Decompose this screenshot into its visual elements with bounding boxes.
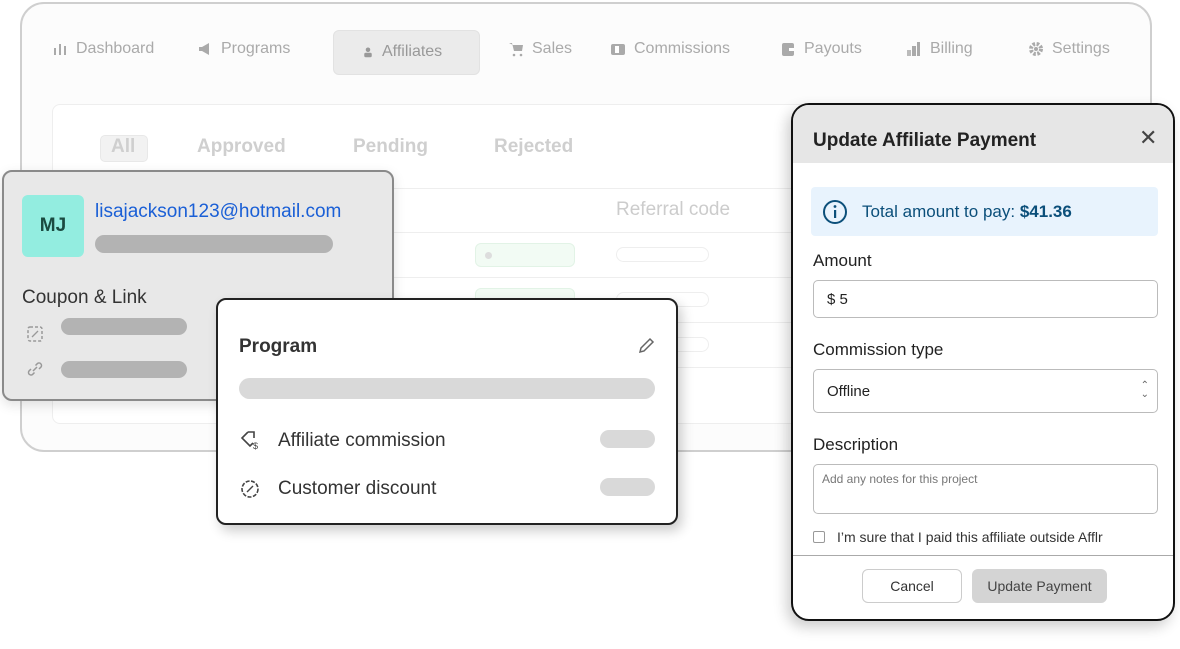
- affiliate-commission-label: Affiliate commission: [278, 430, 446, 451]
- user-icon: [364, 47, 372, 58]
- program-title: Program: [239, 336, 318, 357]
- placeholder-bar: [600, 430, 655, 448]
- megaphone-icon: [199, 43, 209, 55]
- avatar: MJ: [22, 195, 84, 257]
- billing-icon: [907, 42, 920, 56]
- commission-tag-icon: $: [240, 431, 258, 451]
- commission-type-select[interactable]: Offline ⌃ ⌄: [813, 369, 1158, 413]
- nav-affiliates[interactable]: Affiliates: [362, 43, 442, 61]
- wallet-icon: [782, 43, 794, 56]
- coupon-link-heading: Coupon & Link: [22, 287, 147, 308]
- confirm-text: I’m sure that I paid this affiliate outs…: [837, 529, 1103, 545]
- close-icon[interactable]: ✕: [1139, 127, 1157, 149]
- svg-text:$: $: [253, 441, 258, 451]
- nav-commissions[interactable]: Commissions: [610, 40, 730, 58]
- filter-rejected[interactable]: Rejected: [494, 136, 573, 158]
- column-referral-code: Referral code: [616, 199, 731, 220]
- amount-input[interactable]: $ 5: [813, 280, 1158, 318]
- status-badge: [475, 243, 575, 267]
- bar-chart-icon: [54, 44, 66, 55]
- money-icon: [611, 44, 625, 55]
- nav-payouts[interactable]: Payouts: [780, 40, 862, 58]
- placeholder-bar: [95, 235, 333, 253]
- filter-all[interactable]: All: [111, 136, 135, 158]
- link-placeholder: [61, 361, 187, 378]
- link-icon: [27, 362, 43, 376]
- cart-icon: [509, 43, 523, 57]
- nav-programs[interactable]: Programs: [197, 40, 290, 58]
- pencil-icon[interactable]: [636, 336, 656, 356]
- discount-badge-icon: [241, 480, 259, 498]
- info-icon: [823, 200, 847, 224]
- modal-title: Update Affiliate Payment: [813, 130, 1037, 151]
- gear-icon: [1029, 42, 1043, 56]
- chevron-up-down-icon: ⌃ ⌄: [1140, 380, 1149, 400]
- cancel-button[interactable]: Cancel: [862, 569, 962, 603]
- description-textarea[interactable]: Add any notes for this project: [813, 464, 1158, 514]
- total-amount: $41.36: [1019, 202, 1072, 221]
- update-payment-modal: Update Affiliate Payment ✕ Total amount …: [791, 103, 1175, 621]
- amount-label: Amount: [813, 251, 872, 270]
- placeholder-bar: [600, 478, 655, 496]
- affiliate-email[interactable]: lisajackson123@hotmail.com: [95, 201, 341, 223]
- nav-billing[interactable]: Billing: [906, 40, 973, 58]
- coupon-placeholder: [61, 318, 187, 335]
- commission-type-label: Commission type: [813, 340, 944, 359]
- customer-discount-label: Customer discount: [278, 478, 437, 499]
- program-placeholder: [239, 378, 655, 399]
- confirm-checkbox[interactable]: [813, 531, 825, 543]
- filter-pending[interactable]: Pending: [353, 136, 428, 158]
- coupon-icon: [27, 326, 43, 342]
- program-card: Program $ Affiliate commission Customer …: [216, 298, 678, 525]
- divider: [793, 555, 1173, 556]
- info-box: Total amount to pay: $41.36: [811, 187, 1158, 236]
- placeholder-bar: [616, 247, 709, 262]
- update-payment-button[interactable]: Update Payment: [972, 569, 1107, 603]
- nav-sales[interactable]: Sales: [508, 40, 572, 58]
- nav-settings[interactable]: Settings: [1028, 40, 1110, 58]
- filter-approved[interactable]: Approved: [197, 136, 286, 158]
- info-text: Total amount to pay:: [862, 202, 1020, 221]
- description-label: Description: [813, 435, 899, 454]
- nav-dashboard[interactable]: Dashboard: [52, 40, 154, 58]
